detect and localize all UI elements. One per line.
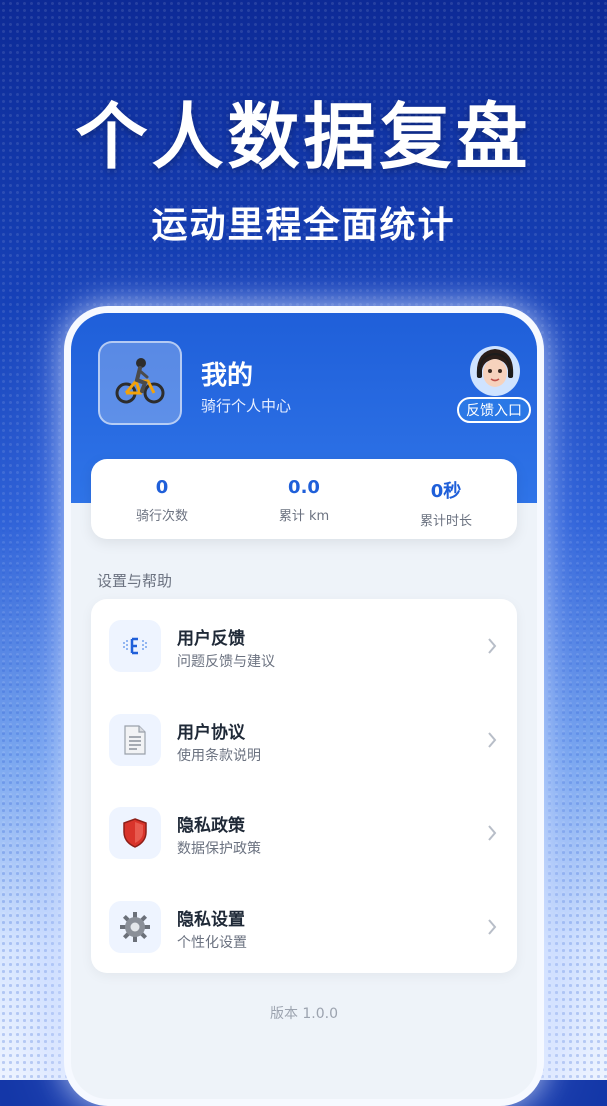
gear-icon (109, 900, 161, 953)
chevron-right-icon (487, 637, 497, 659)
stats-card: 0 骑行次数 0.0 累计 km 0秒 累计时长 (91, 459, 517, 539)
menu-item-privacy-settings[interactable]: 隐私设置 个性化设置 (91, 880, 517, 974)
stat-label: 累计 km (278, 509, 330, 524)
menu-item-description: 个性化设置 (177, 934, 247, 951)
avatar (98, 341, 182, 425)
chevron-right-icon (487, 824, 497, 846)
support-agent-icon (468, 341, 522, 405)
feedback-entry-label: 反馈入口 (457, 397, 531, 423)
page-subtitle: 骑行个人中心 (201, 397, 292, 415)
menu-item-label: 隐私政策 (177, 816, 245, 836)
stat-total-distance: 0.0 累计 km (233, 459, 375, 539)
stat-value: 0秒 (430, 481, 462, 502)
stat-total-duration: 0秒 累计时长 (375, 459, 517, 539)
settings-menu: 用户反馈 问题反馈与建议 用户协议 使用条款说明 隐私政策 数据保护政策 隐私设… (91, 599, 517, 973)
feedback-icon (109, 620, 161, 672)
stat-ride-count: 0 骑行次数 (91, 459, 233, 539)
page-title: 我的 (201, 361, 254, 391)
menu-item-label: 隐私设置 (177, 909, 245, 930)
menu-item-user-agreement[interactable]: 用户协议 使用条款说明 (91, 693, 517, 787)
promo-subheadline: 运动里程全面统计 (151, 205, 456, 246)
menu-item-description: 问题反馈与建议 (177, 654, 275, 670)
menu-item-label: 用户反馈 (177, 629, 245, 649)
shield-icon (109, 807, 161, 859)
menu-item-user-feedback[interactable]: 用户反馈 问题反馈与建议 (91, 599, 517, 693)
chevron-right-icon (487, 731, 497, 753)
phone-frame: 我的 骑行个人中心 反馈入口 0 骑行次数 0.0 累计 km 0秒 累计时长 … (64, 306, 544, 1106)
stat-value: 0 (155, 477, 169, 498)
document-icon (109, 713, 161, 766)
stat-value: 0.0 (288, 477, 320, 498)
menu-item-description: 数据保护政策 (177, 841, 261, 857)
section-title: 设置与帮助 (97, 572, 173, 590)
menu-item-description: 使用条款说明 (177, 747, 261, 764)
promo-headline: 个人数据复盘 (75, 95, 532, 179)
menu-item-label: 用户协议 (177, 722, 245, 743)
menu-item-privacy-policy[interactable]: 隐私政策 数据保护政策 (91, 786, 517, 880)
feedback-entry-button[interactable]: 反馈入口 (457, 341, 533, 423)
chevron-right-icon (487, 918, 497, 940)
stat-label: 骑行次数 (135, 509, 188, 524)
cyclist-icon (112, 353, 168, 413)
version-label: 版本 1.0.0 (269, 1006, 339, 1022)
stat-label: 累计时长 (419, 514, 472, 529)
